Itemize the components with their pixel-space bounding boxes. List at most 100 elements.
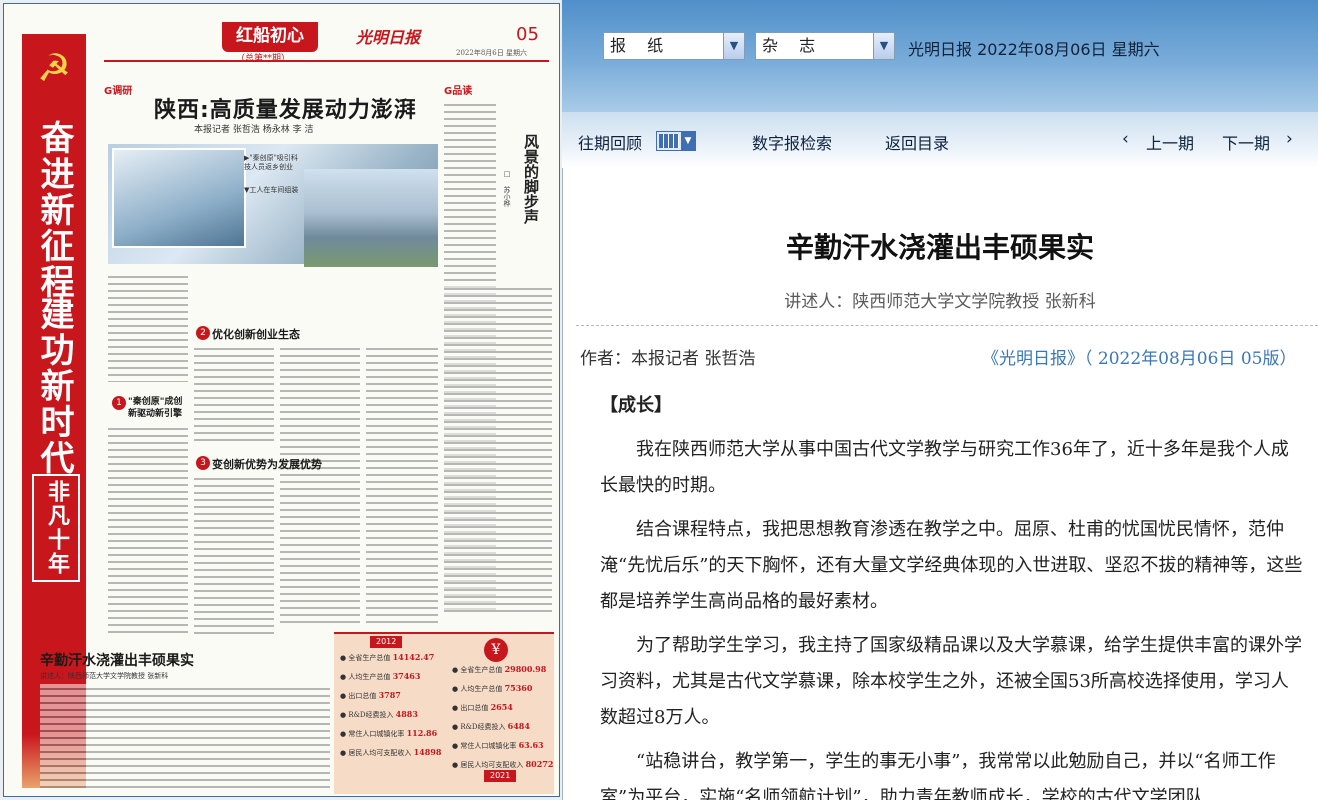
infographic-year-2021: 2021 (484, 770, 517, 782)
newspaper-logo: 光明日报 (356, 28, 421, 47)
infographic-row: ● 常住人口城镇化率 63.63 (452, 740, 544, 751)
infographic-row-value: 6484 (507, 721, 530, 731)
next-issue-link[interactable]: 下一期 (1222, 130, 1270, 154)
newspaper-select-value: 报 纸 (610, 36, 672, 55)
article-author: 作者：本报记者 张哲浩 (580, 349, 756, 369)
page-meta: 2022年8月6日 星期六 (456, 49, 527, 57)
back-to-index-link[interactable]: 返回目录 (885, 130, 949, 154)
infographic-row: ● 全省生产总值 29800.98 (452, 664, 546, 675)
infographic-row-label: ● 常住人口城镇化率 (452, 742, 519, 750)
yuan-coin-icon: ¥ (484, 638, 508, 662)
infographic-row: ● 出口总值 2654 (452, 702, 513, 713)
column-tag: G品读 (444, 86, 473, 97)
story1-headline[interactable]: 陕西:高质量发展动力澎湃 (154, 92, 417, 124)
infographic-row-value: 4883 (395, 709, 418, 719)
story1-text-col-4 (194, 474, 274, 634)
story2-headline[interactable]: 辛勤汗水浇灌出丰硕果实 (40, 650, 194, 670)
page-number: 05 (516, 24, 539, 45)
infographic-row-label: ● 人均生产总值 (340, 673, 393, 681)
party-emblem-icon: ☭ (36, 46, 72, 90)
story1-text-col-1 (108, 272, 188, 382)
banner-slogan-3: 非凡十年 (32, 474, 80, 582)
infographic-row-value: 112.86 (406, 728, 438, 738)
banner-slogan-1: 奋进新征程 (34, 120, 74, 300)
calendar-icon (659, 134, 679, 148)
section-title: 红船初心 (222, 22, 318, 52)
past-issues-link[interactable]: 往期回顾 (578, 130, 642, 154)
section-number-2: 2 (196, 326, 210, 340)
infographic-row-label: ● R&D经费投入 (340, 711, 396, 719)
infographic-row-label: ● 居民人均可支配收入 (452, 761, 526, 769)
chevron-down-icon[interactable]: ▼ (873, 33, 894, 59)
article-title: 辛勤汗水浇灌出丰硕果实 (785, 231, 1094, 264)
infographic-row: ● 居民人均可支配收入 14898 (340, 747, 441, 758)
infographic-row-label: ● 出口总值 (340, 692, 379, 700)
economy-infographic: 2012 ¥ 2021 ● 全省生产总值 14142.47 ● 人均生产总值 37… (334, 632, 554, 794)
article-body: 【成长】 我在陕西师范大学从事中国古代文学教学与研究工作36年了，近十多年是我个… (600, 388, 1306, 800)
infographic-row: ● 人均生产总值 37463 (340, 671, 420, 682)
photo-caption-1: ▶"秦创原"吸引科技人员返乡创业 (244, 154, 298, 171)
infographic-row-value: 3787 (378, 690, 401, 700)
infographic-row: ● R&D经费投入 4883 (340, 709, 418, 720)
city-photo (304, 169, 438, 267)
infographic-row-label: ● 常住人口城镇化率 (340, 730, 407, 738)
story2-tag: G成长 (40, 638, 69, 649)
page-header: 红船初心 （总第**期） 光明日报 05 2022年8月6日 星期六 (104, 20, 549, 64)
article-paragraph: 结合课程特点，我把思想教育渗透在教学之中。屈原、杜甫的忧国忧民情怀，范仲淹“先忧… (600, 519, 1303, 612)
article-paragraph: “站稳讲台，教学第一，学生的事无小事”，我常常以此勉励自己，并以“名师工作室”为… (600, 751, 1276, 800)
chevron-down-icon[interactable]: ▼ (723, 33, 744, 59)
infographic-row-value: 75360 (504, 683, 533, 693)
chevron-down-icon[interactable]: ▼ (681, 132, 695, 150)
infographic-row-value: 37463 (392, 671, 421, 681)
infographic-row-value: 29800.98 (504, 664, 547, 674)
infographic-row-label: ● 全省生产总值 (452, 666, 505, 674)
article-paragraph: 我在陕西师范大学从事中国古代文学教学与研究工作36年了，近十多年是我个人成长最快… (600, 439, 1289, 496)
chevron-left-icon[interactable]: ‹ (1122, 129, 1129, 149)
story1-text-col-3 (194, 344, 274, 444)
story1-subhead-3: 变创新优势为发展优势 (212, 458, 322, 471)
story1-byline: 本报记者 张哲浩 杨永林 李 洁 (194, 125, 314, 135)
article-section-label: 【成长】 (600, 395, 672, 416)
story1-subhead-1: "秦创原"成创新驱动新引擎 (128, 397, 183, 419)
infographic-row-value: 14142.47 (392, 652, 435, 662)
photo-caption-2: ▼工人在车间组装 (244, 186, 299, 194)
column-text-2 (444, 284, 552, 614)
infographic-row-value: 80272 (525, 759, 554, 769)
story1-tag: G调研 (104, 86, 133, 97)
article-speaker: 讲述人：陕西师范大学文学院教授 张新科 (784, 292, 1096, 312)
story2-byline: 讲述人：陕西师范大学文学院教授 张新科 (40, 672, 169, 680)
newspaper-select[interactable]: 报 纸 ▼ (603, 32, 745, 60)
infographic-row: ● 常住人口城镇化率 112.86 (340, 728, 437, 739)
calendar-picker[interactable]: ▼ (656, 131, 696, 151)
newspaper-page-image[interactable]: ☭ 奋进新征程 建功新时代 非凡十年 红船初心 （总第**期） 光明日报 05 … (3, 3, 560, 797)
infographic-row: ● 出口总值 3787 (340, 690, 401, 701)
infographic-row-label: ● 全省生产总值 (340, 654, 393, 662)
section-subtitle: （总第**期） (236, 54, 291, 64)
divider (576, 325, 1318, 326)
story1-text-col-5 (280, 344, 360, 624)
magazine-select[interactable]: 杂 志 ▼ (755, 32, 895, 60)
infographic-row-label: ● 人均生产总值 (452, 685, 505, 693)
infographic-row-label: ● 居民人均可支配收入 (340, 749, 414, 757)
section-number-1: 1 (112, 396, 126, 410)
digital-search-link[interactable]: 数字报检索 (752, 130, 832, 154)
banner-slogan-2: 建功新时代 (34, 296, 74, 476)
red-banner: ☭ 奋进新征程 建功新时代 非凡十年 (22, 34, 86, 734)
infographic-row: ● R&D经费投入 6484 (452, 721, 530, 732)
infographic-row-value: 63.63 (518, 740, 544, 750)
infographic-row: ● 人均生产总值 75360 (452, 683, 532, 694)
infographic-row-value: 2654 (490, 702, 513, 712)
lab-photo (112, 148, 246, 248)
section-number-3: 3 (196, 456, 210, 470)
article-source-link[interactable]: 《光明日报》（ 2022年08月06日 05版） (982, 344, 1296, 369)
prev-issue-link[interactable]: 上一期 (1146, 130, 1194, 154)
infographic-row: ● 全省生产总值 14142.47 (340, 652, 434, 663)
chevron-right-icon[interactable]: › (1286, 129, 1293, 149)
infographic-row-value: 14898 (413, 747, 442, 757)
newspaper-page-panel: ☭ 奋进新征程 建功新时代 非凡十年 红船初心 （总第**期） 光明日报 05 … (0, 0, 563, 800)
story1-text-col-2 (108, 424, 188, 634)
story1-subhead-2: 优化创新创业生态 (212, 328, 300, 341)
infographic-row: ● 居民人均可支配收入 80272 (452, 759, 553, 770)
column-title[interactable]: 风景的脚步声 (521, 134, 541, 224)
article-paragraph: 为了帮助学生学习，我主持了国家级精品课以及大学慕课，给学生提供丰富的课外学习资料… (600, 635, 1302, 728)
